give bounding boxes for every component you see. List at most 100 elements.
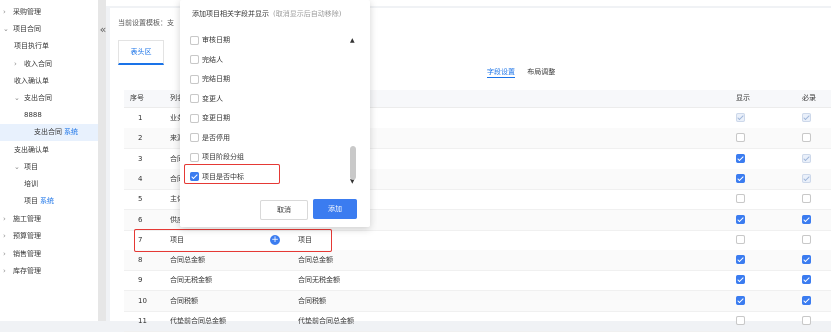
sidebar-item[interactable]: 支出确认单 xyxy=(14,142,49,159)
sidebar-item-label: 收入确认单 xyxy=(14,77,49,85)
row-seq: 10 xyxy=(138,296,147,305)
popup-field-option[interactable]: 完结人 xyxy=(190,52,223,68)
required-checkbox[interactable] xyxy=(802,173,811,183)
sidebar-item[interactable]: 项目 系统 xyxy=(24,193,54,210)
row-seq: 8 xyxy=(138,256,143,265)
row-column-name: 合同总金额 xyxy=(170,256,205,265)
show-checkbox[interactable] xyxy=(736,214,745,224)
field-checkbox[interactable] xyxy=(190,74,199,84)
sidebar-item[interactable]: › 销售管理 xyxy=(3,246,41,263)
cancel-button[interactable]: 取消 xyxy=(260,200,308,220)
chevron-down-icon: ⌄ xyxy=(14,94,20,102)
show-checkbox[interactable] xyxy=(736,194,745,204)
popup-scroll-thumb[interactable] xyxy=(350,146,356,180)
sidebar-item[interactable]: › 库存管理 xyxy=(3,263,41,280)
show-checkbox[interactable] xyxy=(736,234,745,244)
sidebar-item[interactable]: ⌄ 项目合同 xyxy=(3,21,41,38)
sidebar: › 采购管理 ⌄ 项目合同 项目执行单 › 收入合同 收入确认单 ⌄ 支出合同 8888 支出合同 系统… xyxy=(0,0,98,321)
row-seq: 9 xyxy=(138,276,143,285)
table-row[interactable]: 9 合同无税金额 合同无税金额 xyxy=(124,270,831,292)
system-tag: 系统 xyxy=(40,197,54,205)
row-column-name: 代垫前合同总金额 xyxy=(170,317,226,325)
row-display-label: 合同总金额 xyxy=(298,256,333,265)
sidebar-item[interactable]: ⌄ 支出合同 xyxy=(14,90,52,107)
show-checkbox[interactable] xyxy=(736,113,745,122)
subtabs: 字段设置 布局调整 xyxy=(487,67,565,78)
show-checkbox[interactable] xyxy=(736,173,745,183)
sidebar-item-label: 支出确认单 xyxy=(14,146,49,154)
popup-field-option[interactable]: 完结日期 xyxy=(190,71,230,87)
sidebar-item[interactable]: › 预算管理 xyxy=(3,228,41,245)
required-checkbox[interactable] xyxy=(802,295,811,305)
popup-field-option[interactable]: 是否停用 xyxy=(190,130,230,146)
row-seq: 4 xyxy=(138,174,143,183)
sidebar-item[interactable]: 项目执行单 xyxy=(14,38,49,55)
sidebar-item[interactable]: › 收入合同 xyxy=(14,56,52,73)
chevron-right-icon: › xyxy=(3,250,6,258)
popup-field-option[interactable]: 变更人 xyxy=(190,91,223,107)
collapse-sidebar-icon[interactable]: « xyxy=(98,24,108,36)
sidebar-item[interactable]: 收入确认单 xyxy=(14,73,49,90)
row-column-name: 合同无税金额 xyxy=(170,276,212,285)
sidebar-item[interactable]: 支出合同 系统 xyxy=(0,124,98,141)
sidebar-scrollbar[interactable] xyxy=(98,0,106,321)
sidebar-item-label: 8888 xyxy=(24,111,42,119)
subtab-field-settings[interactable]: 字段设置 xyxy=(487,67,515,78)
highlight-selected-field xyxy=(184,164,280,184)
show-checkbox[interactable] xyxy=(736,153,745,163)
field-checkbox[interactable] xyxy=(190,152,199,162)
popup-scrollbar[interactable] xyxy=(350,30,356,188)
row-display-label: 代垫前合同总金额 xyxy=(298,317,354,325)
field-checkbox[interactable] xyxy=(190,94,199,103)
subtab-layout-adjust[interactable]: 布局调整 xyxy=(527,67,555,77)
sidebar-item-label: 支出合同 xyxy=(24,94,52,102)
chevron-right-icon: › xyxy=(3,267,6,275)
required-checkbox[interactable] xyxy=(802,255,811,265)
table-row[interactable]: 10 合同税额 合同税额 xyxy=(124,290,831,312)
sidebar-item-label: 库存管理 xyxy=(13,267,41,275)
sidebar-item[interactable]: ⌄ 项目 xyxy=(14,159,38,176)
row-display-label: 合同无税金额 xyxy=(298,276,340,285)
sidebar-item-label: 销售管理 xyxy=(13,250,41,258)
row-display-label: 合同税额 xyxy=(298,296,326,305)
field-checkbox[interactable] xyxy=(190,113,199,123)
required-checkbox[interactable] xyxy=(802,194,811,204)
add-button[interactable]: 添加 xyxy=(313,199,357,219)
field-checkbox[interactable] xyxy=(190,133,199,142)
add-field-popup: 添加项目相关字段并显示 (取消显示后自动移除) 审核日期 完结人 完结日期 变更人 变更日… xyxy=(180,0,370,227)
table-row[interactable]: 8 合同总金额 合同总金额 xyxy=(124,250,831,272)
chevron-down-icon: ⌄ xyxy=(3,25,9,33)
required-checkbox[interactable] xyxy=(802,133,811,143)
required-checkbox[interactable] xyxy=(802,234,811,244)
header-show: 显示 xyxy=(736,94,750,102)
row-seq: 5 xyxy=(138,195,143,204)
popup-field-option[interactable]: 项目阶段分组 xyxy=(190,149,244,165)
sidebar-item[interactable]: 培训 xyxy=(24,176,38,193)
required-checkbox[interactable] xyxy=(802,275,811,285)
required-checkbox[interactable] xyxy=(802,113,811,122)
required-checkbox[interactable] xyxy=(802,214,811,224)
sidebar-item-label: 培训 xyxy=(24,180,38,188)
field-option-label: 变更人 xyxy=(202,94,223,103)
tab-header-area[interactable]: 表头区 xyxy=(118,40,164,65)
popup-field-option[interactable]: 审核日期 xyxy=(190,32,230,48)
sidebar-item-label: 预算管理 xyxy=(13,232,41,240)
chevron-right-icon: › xyxy=(3,215,6,223)
sidebar-item-label: 项目 xyxy=(24,163,38,171)
sidebar-item[interactable]: › 施工管理 xyxy=(3,211,41,228)
sidebar-item[interactable]: 8888 xyxy=(24,107,42,124)
sidebar-item[interactable]: › 采购管理 xyxy=(3,4,41,21)
show-checkbox[interactable] xyxy=(736,295,745,305)
field-option-label: 变更日期 xyxy=(202,114,230,122)
popup-field-option[interactable]: 变更日期 xyxy=(190,110,230,126)
field-checkbox[interactable] xyxy=(190,35,199,45)
sidebar-item-label: 收入合同 xyxy=(24,60,52,68)
field-checkbox[interactable] xyxy=(190,55,199,64)
field-option-label: 是否停用 xyxy=(202,133,230,142)
show-checkbox[interactable] xyxy=(736,255,745,265)
required-checkbox[interactable] xyxy=(802,153,811,163)
table-row[interactable]: 11 代垫前合同总金额 代垫前合同总金额 xyxy=(124,311,831,332)
show-checkbox[interactable] xyxy=(736,133,745,143)
sidebar-item-label: 项目 xyxy=(24,197,38,205)
show-checkbox[interactable] xyxy=(736,275,745,285)
